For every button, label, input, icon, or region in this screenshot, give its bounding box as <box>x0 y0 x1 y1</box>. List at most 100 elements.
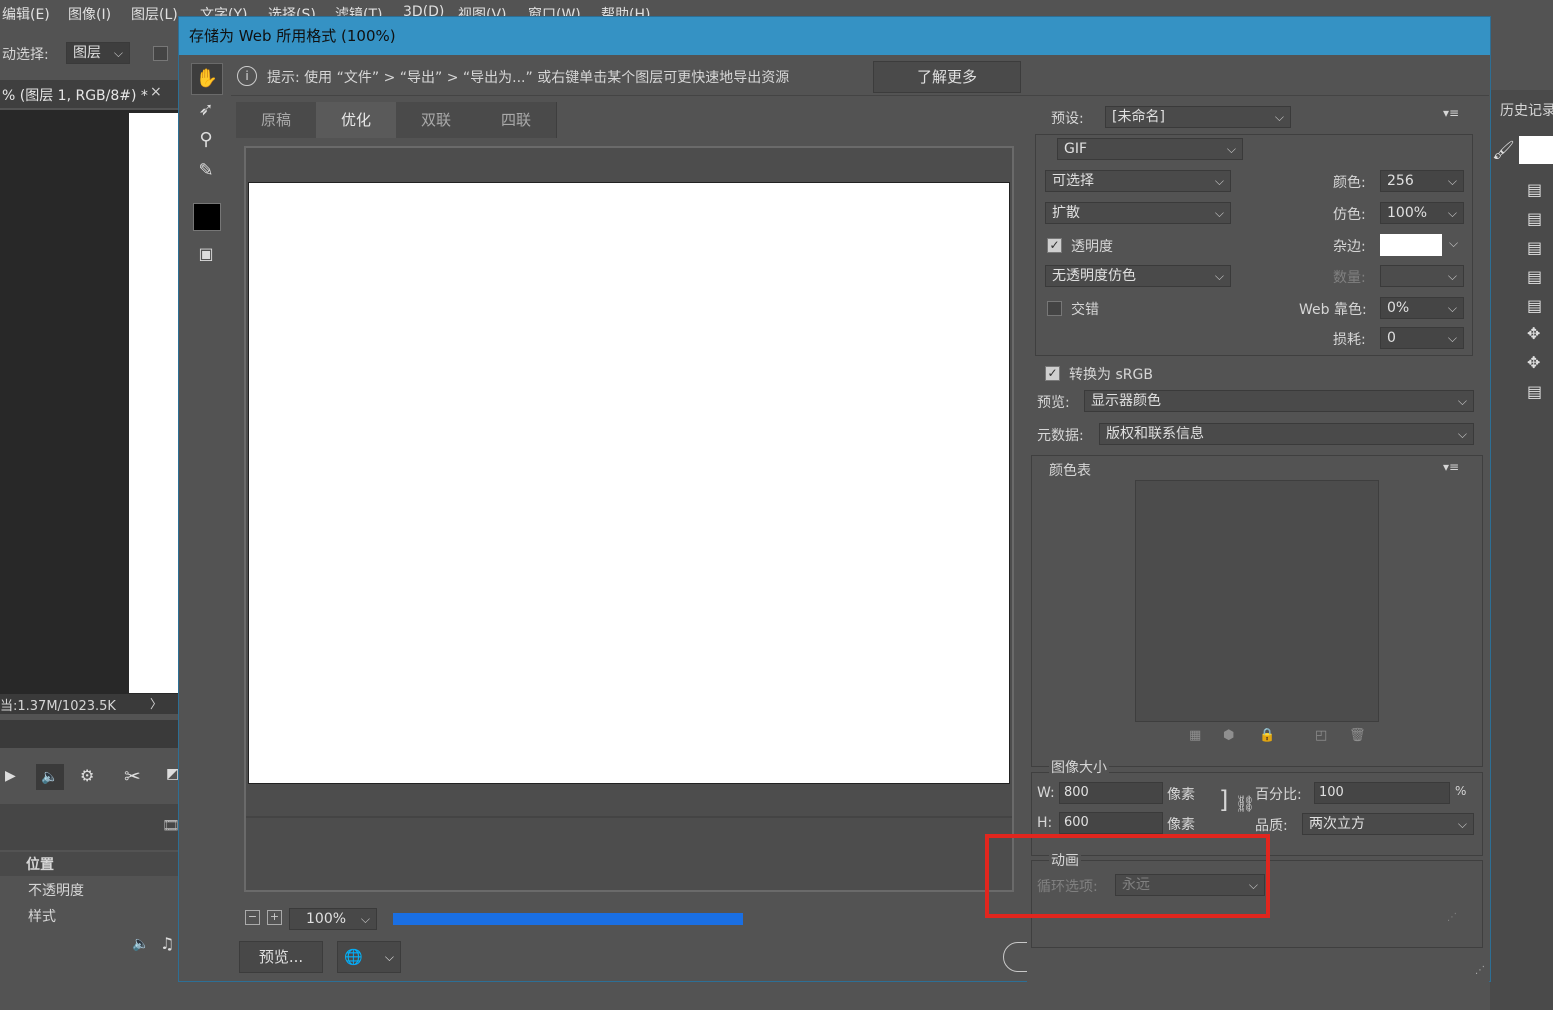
matte-chevron-down-icon[interactable]: ⌵ <box>1449 236 1458 251</box>
auto-select-checkbox[interactable] <box>153 46 168 61</box>
history-step-icon[interactable]: ▤ <box>1527 296 1545 315</box>
new-color-icon[interactable]: ◰ <box>1315 728 1327 743</box>
move-icon[interactable]: ✥ <box>1527 353 1545 372</box>
transparency-label: 透明度 <box>1071 239 1113 255</box>
interlaced-checkbox[interactable] <box>1047 301 1062 316</box>
zoom-in-icon[interactable]: + <box>267 910 282 925</box>
tab-optimized[interactable]: 优化 <box>316 102 397 138</box>
resize-grip-icon[interactable]: ⋰ <box>1447 912 1457 923</box>
dither-algorithm-value: 扩散 <box>1052 205 1080 221</box>
options-bar: 动选择: 图层 ⌵ <box>0 34 180 74</box>
width-input[interactable]: 800 <box>1059 782 1163 804</box>
tab-original[interactable]: 原稿 <box>236 102 317 138</box>
audio-icon[interactable]: 🔈 <box>132 936 149 952</box>
status-arrow-icon[interactable]: 〉 <box>150 695 162 712</box>
trash-icon[interactable]: 🗑 <box>1349 728 1366 743</box>
document-tab[interactable]: % (图层 1, RGB/8#) * × <box>0 80 178 108</box>
cube-icon[interactable]: ⬢ <box>1223 728 1234 743</box>
history-step-icon[interactable]: ▤ <box>1527 238 1545 257</box>
tab-2-up[interactable]: 双联 <box>396 102 477 138</box>
zoom-out-icon[interactable]: − <box>245 910 260 925</box>
color-reduction-dropdown[interactable]: 可选择 ⌵ <box>1045 170 1231 192</box>
history-step-icon[interactable]: ▤ <box>1527 267 1545 286</box>
height-input[interactable]: 600 <box>1059 812 1163 834</box>
transparency-dither-dropdown[interactable]: 无透明度仿色 ⌵ <box>1045 265 1231 287</box>
menu-layer[interactable]: 图层(L) <box>131 4 178 24</box>
zoom-level-dropdown[interactable]: 100% ⌵ <box>289 908 377 930</box>
constrain-bracket: ] <box>1219 786 1229 814</box>
quality-dropdown[interactable]: 两次立方 ⌵ <box>1302 813 1474 835</box>
hand-tool-icon[interactable]: ✋ <box>191 63 223 95</box>
scissors-icon[interactable]: ✂ <box>124 764 141 788</box>
menu-edit[interactable]: 编辑(E) <box>2 4 50 24</box>
auto-select-dropdown[interactable]: 图层 ⌵ <box>66 42 130 64</box>
preview-color-dropdown[interactable]: 显示器颜色 ⌵ <box>1084 390 1474 412</box>
tab-4-up[interactable]: 四联 <box>476 102 557 138</box>
zoom-level-value: 100% <box>306 911 347 927</box>
slice-select-tool-icon[interactable]: ➶ <box>191 95 221 125</box>
colors-input[interactable]: 256 ⌵ <box>1380 170 1464 192</box>
chevron-down-icon: ⌵ <box>360 912 370 926</box>
web-safe-icon[interactable]: ▦ <box>1189 728 1201 743</box>
prop-style: 样式 <box>28 909 56 925</box>
timeline-track <box>0 804 178 850</box>
preview-image[interactable] <box>248 182 1010 784</box>
gear-icon[interactable]: ⚙ <box>80 766 94 785</box>
width-label: W: <box>1037 785 1055 801</box>
lossy-input[interactable]: 0 ⌵ <box>1380 327 1464 349</box>
web-snap-value: 0% <box>1387 300 1410 316</box>
learn-more-button[interactable]: 了解更多 <box>873 61 1021 93</box>
browser-select-button[interactable]: 🌐 ⌵ <box>337 941 401 973</box>
dither-label: 仿色: <box>1333 207 1366 223</box>
menu-image[interactable]: 图像(I) <box>68 4 111 24</box>
chevron-down-icon: ⌵ <box>1447 174 1457 188</box>
play-icon[interactable]: ▶ <box>5 768 16 784</box>
brush-icon[interactable]: 🖌 <box>1492 140 1515 161</box>
history-panel-title: 历史记录 <box>1500 103 1553 119</box>
amount-input: ⌵ <box>1380 265 1464 287</box>
eyedropper-color-swatch[interactable] <box>193 203 221 231</box>
transparency-checkbox[interactable]: ✓ <box>1047 238 1062 253</box>
color-table-swatches[interactable] <box>1135 480 1379 722</box>
history-step-icon[interactable]: ▤ <box>1527 180 1545 199</box>
document-tab-title: % (图层 1, RGB/8#) * <box>2 88 148 104</box>
lock-icon[interactable]: 🔒 <box>1259 728 1275 743</box>
dither-algorithm-dropdown[interactable]: 扩散 ⌵ <box>1045 202 1231 224</box>
dither-input[interactable]: 100% ⌵ <box>1380 202 1464 224</box>
color-table-menu-icon[interactable]: ▾≡ <box>1443 460 1459 474</box>
history-snapshot-thumb[interactable] <box>1519 136 1553 164</box>
format-dropdown[interactable]: GIF ⌵ <box>1057 138 1243 160</box>
chevron-down-icon: ⌵ <box>1457 427 1467 441</box>
width-unit: 像素 <box>1167 787 1195 803</box>
history-step-icon[interactable]: ▤ <box>1527 382 1545 401</box>
toggle-slices-icon[interactable]: ▣ <box>191 239 221 269</box>
eyedropper-tool-icon[interactable]: ✎ <box>191 156 221 186</box>
convert-srgb-checkbox[interactable]: ✓ <box>1045 366 1060 381</box>
metadata-dropdown[interactable]: 版权和联系信息 ⌵ <box>1099 423 1474 445</box>
music-note-icon[interactable]: ♫ <box>160 934 174 953</box>
prop-position: 位置 <box>26 857 54 873</box>
timeline-header <box>0 720 178 748</box>
web-snap-input[interactable]: 0% ⌵ <box>1380 297 1464 319</box>
matte-label: 杂边: <box>1333 239 1366 255</box>
matte-color-swatch[interactable] <box>1380 234 1442 256</box>
dialog-resize-grip-icon[interactable]: ⋰ <box>1475 965 1485 976</box>
zoom-tool-icon[interactable]: ⚲ <box>191 125 221 155</box>
close-icon[interactable]: × <box>150 84 162 100</box>
panel-menu-icon[interactable]: ▾≡ <box>1443 106 1459 120</box>
document-canvas <box>129 113 178 693</box>
image-size-title: 图像大小 <box>1049 757 1109 777</box>
color-table-title: 颜色表 <box>1049 463 1091 479</box>
browser-icon: 🌐 <box>344 948 363 966</box>
link-icon[interactable]: ⛓ <box>1235 794 1255 813</box>
hint-bar: i 提示: 使用 “文件” > “导出” > “导出为...” 或右键单击某个图… <box>231 59 1489 96</box>
info-icon: i <box>237 66 257 86</box>
timeline-panel: ▶ 🔈 ⚙ ✂ ◩ 🎞 位置 不透明度 样式 🔈 ♫ <box>0 720 180 1010</box>
history-step-icon[interactable]: ▤ <box>1527 209 1545 228</box>
move-icon[interactable]: ✥ <box>1527 324 1545 343</box>
preview-button[interactable]: 预览... <box>239 941 323 973</box>
preset-dropdown[interactable]: [未命名] ⌵ <box>1105 106 1291 128</box>
percent-input[interactable]: 100 <box>1314 782 1450 804</box>
speaker-icon[interactable]: 🔈 <box>36 764 64 790</box>
prop-row: 位置 <box>0 852 178 876</box>
